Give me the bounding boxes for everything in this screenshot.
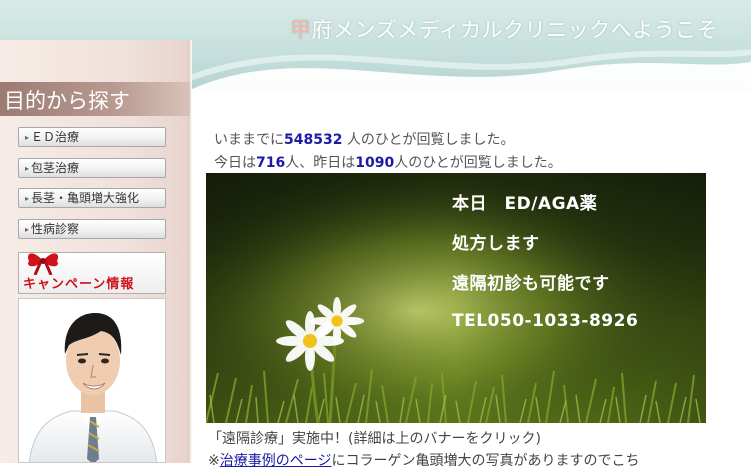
arrow-right-icon: ▸: [25, 225, 30, 234]
sidebar-section-title: 目的から探す: [4, 89, 130, 113]
nav-ed-treatment[interactable]: ▸ ＥＤ治療: [18, 127, 166, 147]
banner-phone-number: TEL050-1033-8926: [452, 311, 639, 331]
remote-consultation-banner[interactable]: 本日 ED/AGA薬 処方します 遠隔初診も可能です TEL050-1033-8…: [206, 173, 706, 423]
campaign-banner-link[interactable]: キャンペーン情報: [18, 252, 166, 294]
counter-prefix: いままでに: [214, 132, 284, 148]
nav-enlargement[interactable]: ▸ 長茎・亀頭増大強化: [18, 188, 166, 208]
nav-item-label: ＥＤ治療: [31, 130, 80, 144]
nav-phimosis-treatment[interactable]: ▸ 包茎治療: [18, 158, 166, 178]
yesterday-prefix: 人、昨日は: [285, 155, 356, 171]
banner-line-prescription: 処方します: [452, 234, 540, 254]
yesterday-visitors-count: 1090: [355, 155, 395, 171]
treatment-cases-note: ※治療事例のページにコラーゲン亀頭増大の写真がありますのでこち: [208, 450, 639, 470]
arrow-right-icon: ▸: [25, 194, 30, 203]
arrow-right-icon: ▸: [25, 164, 30, 173]
note-mark: ※: [208, 453, 220, 469]
visitor-counter-total: いままでに548532 人のひとが回覧しました。: [214, 129, 515, 149]
sidebar-section-header: 目的から探す: [0, 82, 190, 116]
site-title-rest: 府メンズメディカルクリニックへようこそ: [311, 18, 719, 42]
remote-consultation-note: 「遠隔診療」実施中！(詳細は上のバナーをクリック): [208, 431, 541, 447]
site-title-first-char: 甲: [290, 18, 312, 42]
nav-item-label: 性病診察: [31, 222, 80, 236]
today-prefix: 今日は: [214, 155, 256, 171]
banner-line-hours: 本日 ED/AGA薬: [452, 194, 598, 214]
total-visitors-count: 548532: [284, 132, 343, 148]
site-title: 甲府メンズメディカルクリニックへようこそ: [290, 14, 718, 44]
campaign-label: キャンペーン情報: [23, 277, 135, 292]
banner-line-remote: 遠隔初診も可能です: [452, 274, 610, 294]
daily-suffix: 人のひとが回覧しました。: [394, 155, 562, 171]
cases-note-text: にコラーゲン亀頭増大の写真がありますのでこち: [331, 453, 640, 469]
nav-item-label: 包茎治療: [31, 161, 80, 175]
visitor-counter-daily: 今日は716人、昨日は1090人のひとが回覧しました。: [214, 152, 562, 172]
nav-item-label: 長茎・亀頭増大強化: [31, 191, 140, 205]
ribbon-bow-icon: [27, 253, 59, 275]
arrow-right-icon: ▸: [25, 133, 30, 142]
nav-std-exam[interactable]: ▸ 性病診察: [18, 219, 166, 239]
today-visitors-count: 716: [256, 155, 286, 171]
doctor-photo: [18, 298, 166, 463]
counter-suffix: 人のひとが回覧しました。: [346, 132, 515, 148]
treatment-cases-link[interactable]: 治療事例のページ: [220, 453, 332, 469]
